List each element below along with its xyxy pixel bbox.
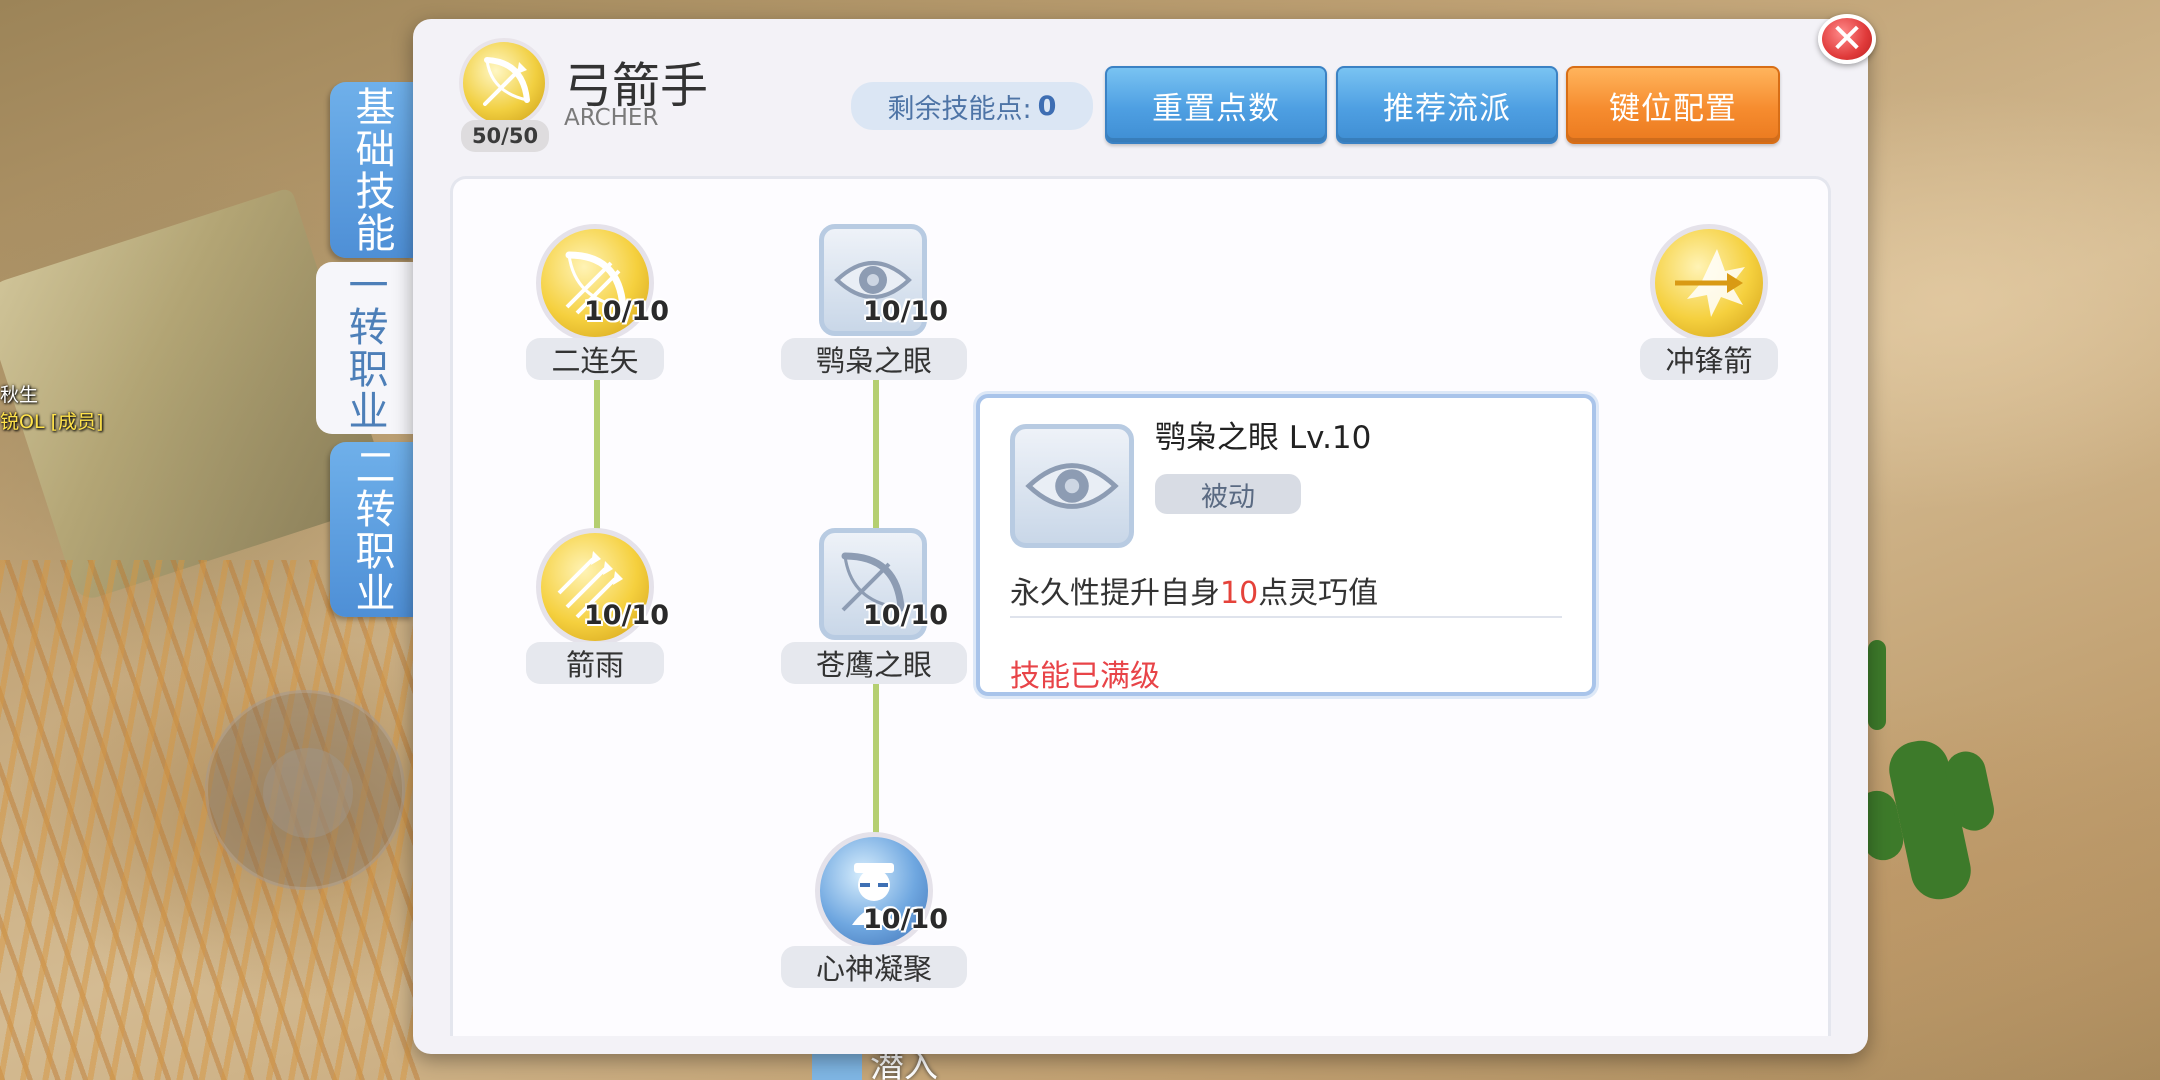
archer-bow-icon (483, 57, 530, 106)
skill-level: 10/10 (584, 600, 670, 631)
cactus (1868, 640, 1886, 730)
charge-arrow-icon (1675, 249, 1745, 317)
close-button[interactable]: ✕ (1818, 14, 1876, 64)
tab-basic-skills[interactable]: 基础技能 (330, 82, 413, 258)
tab-first-job[interactable]: 一转职业 (316, 262, 413, 434)
virtual-joystick[interactable] (205, 690, 405, 890)
skill-name: 心神凝聚 (781, 946, 967, 988)
skill-points-value: 0 (1037, 90, 1057, 122)
tooltip-passive-tag: 被动 (1155, 474, 1301, 514)
skill-name: 二连矢 (526, 338, 664, 380)
tooltip-title: 鹗枭之眼 Lv.10 (1155, 420, 1372, 456)
skill-level: 10/10 (863, 296, 949, 327)
reset-points-button[interactable]: 重置点数 (1105, 66, 1327, 144)
tooltip-max-level-status: 技能已满级 (1010, 659, 1160, 694)
tooltip-divider (1010, 616, 1562, 618)
skill-name: 冲锋箭 (1640, 338, 1778, 380)
remaining-skill-points: 剩余技能点: 0 (851, 82, 1093, 130)
skill-tooltip: 鹗枭之眼 Lv.10 被动 永久性提升自身10点灵巧值 技能已满级 (976, 394, 1596, 696)
tree-connector (594, 380, 600, 530)
tooltip-skill-icon (1010, 424, 1134, 548)
tooltip-description: 永久性提升自身10点灵巧值 (1010, 576, 1379, 611)
class-level-badge: 50/50 (461, 120, 549, 152)
tab-second-job[interactable]: 二转职业 (330, 442, 413, 617)
keybind-config-button[interactable]: 键位配置 (1566, 66, 1780, 144)
skill-points-label: 剩余技能点: (887, 93, 1032, 125)
close-icon: ✕ (1830, 16, 1864, 62)
class-name-english: ARCHER (564, 105, 659, 131)
tree-connector (873, 684, 879, 834)
class-emblem (459, 38, 549, 128)
skill-name: 鹗枭之眼 (781, 338, 967, 380)
skill-level: 10/10 (863, 600, 949, 631)
recommended-build-button[interactable]: 推荐流派 (1336, 66, 1558, 144)
skill-name: 箭雨 (526, 642, 664, 684)
skill-level: 10/10 (584, 296, 670, 327)
owl-eye-icon (1025, 463, 1119, 509)
player-name-label: 秋生 (0, 384, 39, 406)
skill-name: 苍鹰之眼 (781, 642, 967, 684)
tree-connector (873, 380, 879, 530)
skill-level: 10/10 (863, 904, 949, 935)
player-guild-label: 锐OL [成员] (0, 411, 104, 433)
